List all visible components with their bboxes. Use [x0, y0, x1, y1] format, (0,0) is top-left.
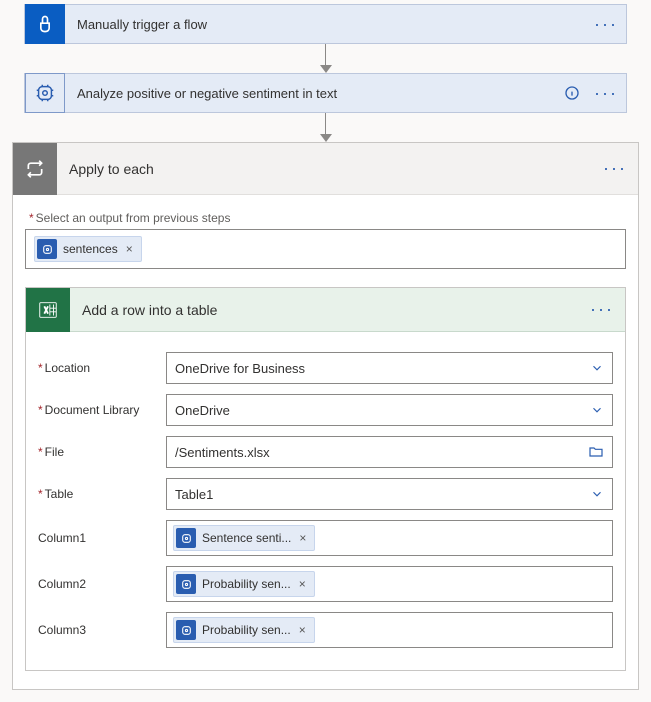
- touch-icon: [25, 4, 65, 44]
- chevron-down-icon: [590, 361, 604, 375]
- column1-label: Column1: [38, 531, 166, 545]
- token-col2[interactable]: Probability sen... ×: [173, 571, 315, 597]
- file-value: /Sentiments.xlsx: [175, 445, 270, 460]
- connector-arrow: [8, 44, 643, 73]
- ai-token-icon: [176, 620, 196, 640]
- excel-more-button[interactable]: ···: [579, 299, 625, 320]
- token-remove[interactable]: ×: [297, 531, 308, 545]
- step-analyze-sentiment[interactable]: Analyze positive or negative sentiment i…: [24, 73, 627, 113]
- column1-input[interactable]: Sentence senti... ×: [166, 520, 613, 556]
- step-title: Analyze positive or negative sentiment i…: [65, 86, 558, 101]
- file-label: *File: [38, 445, 166, 459]
- foreach-more-button[interactable]: ···: [592, 158, 638, 179]
- foreach-title: Apply to each: [57, 161, 592, 177]
- library-value: OneDrive: [175, 403, 230, 418]
- location-label: *Location: [38, 361, 166, 375]
- ai-icon: [25, 73, 65, 113]
- location-select[interactable]: OneDrive for Business: [166, 352, 613, 384]
- info-icon[interactable]: [558, 85, 586, 101]
- select-output-label: *Select an output from previous steps: [29, 211, 622, 225]
- table-select[interactable]: Table1: [166, 478, 613, 510]
- column2-label: Column2: [38, 577, 166, 591]
- token-remove[interactable]: ×: [297, 577, 308, 591]
- step-manual-trigger[interactable]: Manually trigger a flow ···: [24, 4, 627, 44]
- token-label: Probability sen...: [202, 577, 291, 591]
- token-remove[interactable]: ×: [297, 623, 308, 637]
- file-input[interactable]: /Sentiments.xlsx: [166, 436, 613, 468]
- apply-to-each-header[interactable]: Apply to each ···: [13, 143, 638, 195]
- excel-title: Add a row into a table: [70, 302, 579, 318]
- location-value: OneDrive for Business: [175, 361, 305, 376]
- connector-arrow: [8, 113, 643, 142]
- token-remove[interactable]: ×: [124, 242, 135, 256]
- ai-token-icon: [176, 574, 196, 594]
- token-sentences[interactable]: sentences ×: [34, 236, 142, 262]
- table-value: Table1: [175, 487, 213, 502]
- library-select[interactable]: OneDrive: [166, 394, 613, 426]
- token-label: Probability sen...: [202, 623, 291, 637]
- column3-label: Column3: [38, 623, 166, 637]
- folder-icon[interactable]: [588, 444, 604, 460]
- column3-input[interactable]: Probability sen... ×: [166, 612, 613, 648]
- token-label: Sentence senti...: [202, 531, 291, 545]
- loop-icon: [13, 143, 57, 195]
- ai-token-icon: [176, 528, 196, 548]
- chevron-down-icon: [590, 487, 604, 501]
- step-title: Manually trigger a flow: [65, 17, 586, 32]
- library-label: *Document Library: [38, 403, 166, 417]
- add-row-action: Add a row into a table ··· *Location One…: [25, 287, 626, 671]
- excel-icon: [26, 288, 70, 332]
- select-output-input[interactable]: sentences ×: [25, 229, 626, 269]
- ai-token-icon: [37, 239, 57, 259]
- column2-input[interactable]: Probability sen... ×: [166, 566, 613, 602]
- token-label: sentences: [63, 242, 118, 256]
- token-col1[interactable]: Sentence senti... ×: [173, 525, 315, 551]
- step-more-button[interactable]: ···: [586, 83, 626, 104]
- step-more-button[interactable]: ···: [586, 14, 626, 35]
- chevron-down-icon: [590, 403, 604, 417]
- apply-to-each-container: Apply to each ··· *Select an output from…: [12, 142, 639, 690]
- table-label: *Table: [38, 487, 166, 501]
- add-row-header[interactable]: Add a row into a table ···: [26, 288, 625, 332]
- token-col3[interactable]: Probability sen... ×: [173, 617, 315, 643]
